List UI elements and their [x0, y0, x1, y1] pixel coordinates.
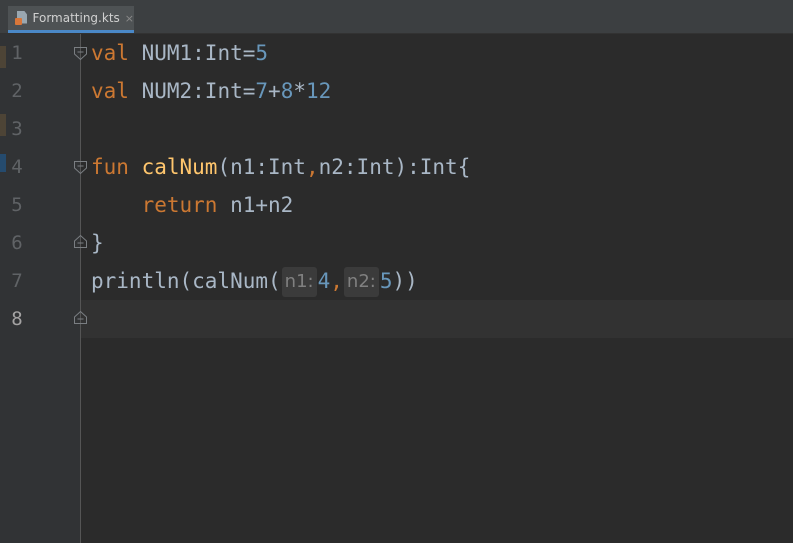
line-number: 4 — [11, 156, 23, 178]
tab-label: Formatting.kts — [32, 11, 120, 25]
line-number-gutter: 1 2 3 4 5 6 7 8 — [0, 34, 81, 543]
code-line-6: } — [91, 224, 104, 262]
tab-formatting-kts[interactable]: Formatting.kts × — [8, 6, 134, 33]
kotlin-script-file-icon — [15, 10, 29, 26]
number-literal: 7 — [255, 79, 269, 103]
line-number: 2 — [11, 80, 23, 102]
code-text: NUM1:Int= — [128, 41, 256, 65]
line-number: 1 — [11, 42, 23, 64]
keyword-val: val — [91, 79, 129, 103]
code-line-1: val NUM1:Int=5 — [91, 34, 268, 72]
code-line-7: println(calNum(n1: 4, n2: 5)) — [91, 262, 418, 300]
comma: , — [305, 155, 319, 179]
line-number-current: 8 — [11, 308, 23, 330]
code-text: NUM2:Int= — [128, 79, 256, 103]
code-editor[interactable]: 1 2 3 4 5 6 7 8 val NUM1:Int=5 val NUM2:… — [0, 34, 793, 543]
fold-open-icon[interactable] — [73, 160, 88, 175]
code-text: n2:Int):Int{ — [318, 155, 471, 179]
parameter-hint: n1: — [281, 267, 317, 297]
code-line-5: return n1+n2 — [91, 186, 294, 224]
line-number: 6 — [11, 232, 23, 254]
current-line-highlight — [81, 300, 793, 338]
code-line-4: fun calNum(n1:Int,n2:Int):Int{ — [91, 148, 470, 186]
code-text: )) — [392, 269, 418, 293]
editor-tab-bar: Formatting.kts × — [0, 0, 793, 34]
number-literal: 5 — [255, 41, 269, 65]
keyword-return: return — [141, 193, 218, 217]
comma: , — [330, 269, 343, 293]
keyword-fun: fun — [91, 155, 129, 179]
close-icon[interactable]: × — [125, 12, 134, 25]
number-literal: 4 — [317, 269, 331, 293]
keyword-val: val — [91, 41, 129, 65]
code-text: println(calNum( — [91, 269, 281, 293]
code-text: } — [91, 231, 104, 255]
line-number: 7 — [11, 270, 23, 292]
number-literal: 12 — [306, 79, 332, 103]
line-number: 5 — [11, 194, 23, 216]
line-number: 3 — [11, 118, 23, 140]
operator: * — [293, 79, 306, 103]
code-line-2: val NUM2:Int=7+8*12 — [91, 72, 331, 110]
code-text: n1+n2 — [217, 193, 294, 217]
number-literal: 8 — [280, 79, 294, 103]
code-text: (n1:Int — [217, 155, 306, 179]
fold-open-icon[interactable] — [73, 46, 88, 61]
number-literal: 5 — [379, 269, 393, 293]
fold-end-icon[interactable] — [73, 310, 88, 325]
function-name: calNum — [141, 155, 218, 179]
fold-end-icon[interactable] — [73, 234, 88, 249]
operator: + — [268, 79, 281, 103]
parameter-hint: n2: — [343, 267, 379, 297]
